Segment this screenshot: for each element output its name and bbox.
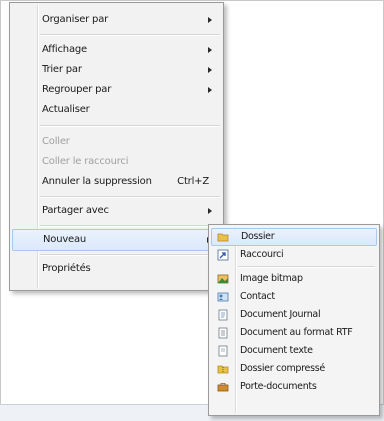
submenu-arrow-icon [208,17,212,23]
submenu-item-dossier[interactable]: Dossier [211,228,377,246]
submenu-arrow-icon [208,208,212,214]
menu-item-label: Coller le raccourci [42,156,129,167]
bitmap-image-icon [217,274,229,284]
shortcut-icon [217,249,229,261]
menu-item-partager-avec[interactable]: Partager avec [12,200,221,222]
submenu-item-label: Dossier compressé [240,363,325,374]
submenu-item-label: Contact [240,291,275,302]
menu-item-label: Regrouper par [42,84,112,95]
menu-separator [40,34,220,36]
submenu-item-label: Document Journal [240,309,321,320]
menu-separator [40,125,220,127]
menu-separator [40,254,220,256]
menu-item-annuler-suppression[interactable]: Annuler la suppression Ctrl+Z [12,171,221,193]
menu-item-actualiser[interactable]: Actualiser [12,99,221,121]
menu-item-label: Nouveau [43,234,87,245]
menu-item-label: Organiser par [42,14,109,25]
submenu-item-document-rtf[interactable]: Document au format RTF [211,324,377,342]
submenu-item-label: Raccourci [240,249,284,260]
submenu-arrow-icon [208,67,212,73]
menu-item-coller[interactable]: Coller [12,131,221,153]
rtf-document-icon [218,327,228,339]
menu-item-label: Partager avec [42,205,109,216]
submenu-separator [238,266,375,268]
zip-folder-icon [217,365,229,374]
submenu-item-label: Document au format RTF [240,327,353,338]
submenu-item-raccourci[interactable]: Raccourci [211,246,377,264]
submenu-item-porte-documents[interactable]: Porte-documents [211,378,377,396]
menu-item-trier-par[interactable]: Trier par [12,59,221,81]
briefcase-icon [217,383,229,392]
menu-item-affichage[interactable]: Affichage [12,39,221,61]
text-document-icon [218,345,228,357]
menu-item-label: Propriétés [42,263,91,274]
new-submenu: Dossier Raccourci Image bitmap Contact D… [208,224,380,416]
contact-icon [217,292,229,302]
submenu-arrow-icon [208,87,212,93]
menu-item-label: Trier par [42,64,82,75]
submenu-item-image-bitmap[interactable]: Image bitmap [211,270,377,288]
submenu-item-label: Image bitmap [240,273,303,284]
menu-item-label: Actualiser [42,104,90,115]
submenu-item-label: Porte-documents [240,381,317,392]
context-menu: Organiser par Affichage Trier par Regrou… [9,2,224,291]
menu-item-organiser-par[interactable]: Organiser par [12,9,221,31]
submenu-item-document-journal[interactable]: Document Journal [211,306,377,324]
journal-document-icon [218,309,228,321]
menu-item-shortcut: Ctrl+Z [177,176,209,187]
menu-item-coller-raccourci[interactable]: Coller le raccourci [12,151,221,173]
submenu-item-dossier-compresse[interactable]: Dossier compressé [211,360,377,378]
menu-item-proprietes[interactable]: Propriétés [12,258,221,280]
folder-icon [217,233,229,242]
menu-item-label: Annuler la suppression [42,176,152,187]
menu-separator [40,225,220,227]
submenu-arrow-icon [208,47,212,53]
submenu-item-document-texte[interactable]: Document texte [211,342,377,360]
menu-item-label: Coller [42,136,70,147]
menu-item-nouveau[interactable]: Nouveau [12,229,221,251]
menu-item-label: Affichage [42,44,87,55]
menu-separator [40,196,220,198]
submenu-item-label: Dossier [241,231,275,242]
submenu-item-contact[interactable]: Contact [211,288,377,306]
submenu-item-label: Document texte [240,345,313,356]
menu-item-regrouper-par[interactable]: Regrouper par [12,79,221,101]
